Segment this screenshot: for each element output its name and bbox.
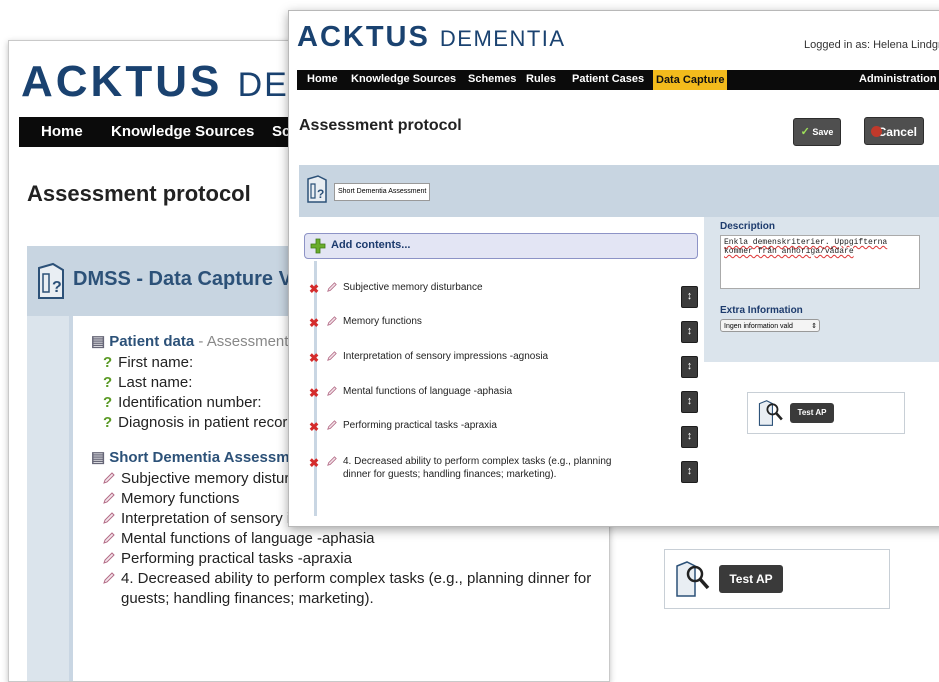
acktus-dementia-logo: ACKTUS DEMENTIA (297, 21, 566, 53)
test-ap-box: Test AP (664, 549, 890, 609)
list-item[interactable]: Mental functions of language -aphasia (103, 530, 375, 547)
nav-data-capture[interactable]: Data Capture (653, 70, 728, 90)
test-magnifier-icon (676, 561, 710, 597)
pencil-icon (103, 492, 115, 504)
protocol-name-input[interactable]: Short Dementia Assessment (334, 183, 431, 201)
delete-icon[interactable]: ✖ (309, 386, 319, 400)
pencil-icon[interactable] (327, 351, 337, 361)
pencil-icon[interactable] (327, 386, 337, 396)
delete-icon[interactable]: ✖ (309, 420, 319, 434)
nav-administration[interactable]: Administration (859, 73, 937, 85)
question-icon: ? (103, 374, 113, 391)
logged-in-status: Logged in as: Helena Lindgren (804, 39, 939, 51)
extra-information-label: Extra Information (720, 305, 803, 316)
field-last-name: ? Last name: (103, 374, 193, 391)
protocol-doc-icon: ? (307, 175, 327, 203)
select-arrows-icon: ⇕ (811, 323, 817, 330)
nav-home[interactable]: Home (307, 73, 338, 85)
document-icon: ▤ (91, 449, 106, 466)
pencil-icon[interactable] (327, 420, 337, 430)
protocol-doc-icon: ? (38, 262, 64, 299)
extra-information-select[interactable]: Ingen information vald ⇕ (720, 319, 820, 332)
nav-home[interactable]: Home (41, 123, 83, 140)
document-icon: ▤ (91, 333, 106, 350)
protocol-panel: ? Short Dementia Assessment Add contents… (299, 165, 939, 526)
svg-text:?: ? (317, 187, 324, 201)
list-item[interactable]: 4. Decreased ability to perform complex … (103, 570, 591, 587)
add-contents-button[interactable]: Add contents... (304, 233, 698, 259)
page-title: Assessment protocol (27, 181, 251, 206)
pencil-icon[interactable] (327, 282, 337, 292)
test-area (704, 362, 939, 526)
pencil-icon (103, 512, 115, 524)
question-icon: ? (103, 354, 113, 371)
main-nav: Home Knowledge Sources Schemes Rules Pat… (297, 70, 939, 90)
field-first-name: ? First name: (103, 354, 194, 371)
cancel-icon (871, 126, 882, 137)
pencil-icon[interactable] (327, 316, 337, 326)
tree-line (69, 316, 73, 681)
checkmark-icon: ✓ (800, 126, 810, 138)
acktus-logo: ACKTUS DE (21, 57, 289, 106)
list-item-continued: guests; handling finances; marketing). (121, 590, 374, 607)
delete-icon[interactable]: ✖ (309, 282, 319, 296)
short-dementia-heading[interactable]: ▤ Short Dementia Assessment - (91, 448, 321, 466)
question-icon: ? (103, 414, 113, 431)
question-icon: ? (103, 394, 113, 411)
test-magnifier-icon (758, 400, 783, 426)
description-textarea[interactable]: Enkla demenskriterier. Uppgifterna kommer… (720, 235, 920, 289)
description-label: Description (720, 221, 776, 232)
nav-rules[interactable]: Rules (526, 73, 556, 85)
delete-icon[interactable]: ✖ (309, 456, 319, 470)
delete-icon[interactable]: ✖ (309, 351, 319, 365)
reorder-handle[interactable]: ↕ (681, 286, 698, 308)
list-item[interactable]: Memory functions (103, 490, 239, 507)
save-button[interactable]: ✓ Save (793, 118, 841, 146)
panel-header: ? Short Dementia Assessment (299, 165, 939, 217)
pencil-icon (103, 532, 115, 544)
nav-schemes[interactable]: Schemes (468, 73, 516, 85)
pencil-icon (103, 472, 115, 484)
svg-text:?: ? (52, 279, 62, 296)
reorder-handle[interactable]: ↕ (681, 321, 698, 343)
nav-knowledge-sources[interactable]: Knowledge Sources (351, 73, 456, 85)
test-ap-box: Test AP (747, 392, 905, 434)
test-ap-button[interactable]: Test AP (790, 403, 834, 423)
nav-patient-cases[interactable]: Patient Cases (572, 73, 644, 85)
nav-knowledge-sources[interactable]: Knowledge Sources (111, 123, 254, 140)
test-ap-button[interactable]: Test AP (719, 565, 783, 593)
plus-icon (310, 238, 326, 254)
reorder-handle[interactable]: ↕ (681, 391, 698, 413)
field-diagnosis: ? Diagnosis in patient record: (103, 414, 300, 431)
field-id-number: ? Identification number: (103, 394, 262, 411)
pencil-icon (103, 552, 115, 564)
pencil-icon[interactable] (327, 456, 337, 466)
reorder-handle[interactable]: ↕ (681, 426, 698, 448)
front-window: ACKTUS DEMENTIA Logged in as: Helena Lin… (288, 10, 939, 527)
panel-title: DMSS - Data Capture Vi (73, 268, 298, 290)
page-title: Assessment protocol (299, 117, 462, 134)
cancel-button[interactable]: Cancel (864, 117, 924, 145)
reorder-handle[interactable]: ↕ (681, 356, 698, 378)
pencil-icon (103, 572, 115, 584)
list-item[interactable]: Performing practical tasks -apraxia (103, 550, 352, 567)
reorder-handle[interactable]: ↕ (681, 461, 698, 483)
contents-list: Add contents... ✖ Subjective memory dist… (299, 217, 704, 526)
delete-icon[interactable]: ✖ (309, 316, 319, 330)
patient-data-heading[interactable]: ▤ Patient data - Assessment Prot (91, 332, 320, 350)
